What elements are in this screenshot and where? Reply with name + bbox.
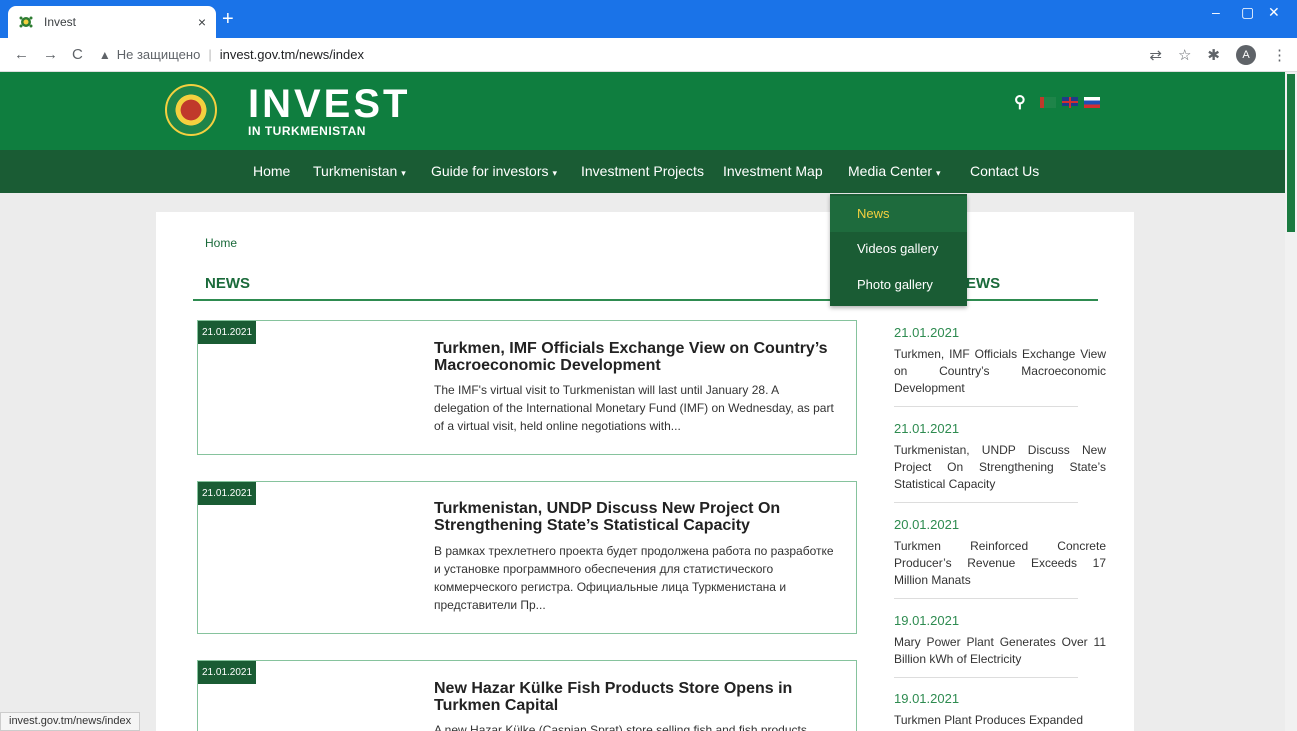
news-title[interactable]: New Hazar Külke Fish Products Store Open… bbox=[434, 680, 844, 714]
caret-down-icon: ▾ bbox=[552, 168, 558, 178]
browser-tab-bar: Invest × + – ▢ ✕ bbox=[0, 0, 1297, 38]
news-title[interactable]: Turkmen, IMF Officials Exchange View on … bbox=[434, 340, 844, 374]
new-tab-button[interactable]: + bbox=[222, 9, 234, 29]
caret-down-icon: ▾ bbox=[936, 168, 941, 178]
tab-close-icon[interactable]: × bbox=[198, 14, 206, 30]
latest-news-item[interactable]: 19.01.2021 Mary Power Plant Generates Ov… bbox=[894, 613, 1106, 668]
browser-menu-icon[interactable]: ⋮ bbox=[1272, 46, 1287, 64]
latest-news-text[interactable]: Turkmenistan, UNDP Discuss New Project O… bbox=[894, 442, 1106, 493]
nav-turkmenistan[interactable]: Turkmenistan ▾ bbox=[313, 150, 406, 193]
main-navigation: Home Turkmenistan ▾ Guide for investors ▾ … bbox=[0, 150, 1285, 193]
latest-news-date: 20.01.2021 bbox=[894, 517, 960, 532]
nav-guide-for-investors[interactable]: Guide for investors ▾ bbox=[431, 150, 557, 193]
address-bar: ← → C ▲ Не защищено | invest.gov.tm/news… bbox=[0, 38, 1297, 72]
sidebar-divider bbox=[894, 677, 1078, 678]
profile-avatar[interactable]: A bbox=[1236, 45, 1256, 65]
url-separator: | bbox=[208, 47, 212, 62]
header-tools: ⚲ bbox=[1014, 92, 1100, 112]
latest-news-date: 21.01.2021 bbox=[894, 421, 960, 436]
latest-news-item[interactable]: 20.01.2021 Turkmen Reinforced Concrete P… bbox=[894, 517, 1106, 589]
nav-media-center[interactable]: Media Center ▾ bbox=[848, 150, 941, 193]
news-card[interactable]: 21.01.2021 Turkmen, IMF Officials Exchan… bbox=[197, 320, 857, 455]
news-card[interactable]: 21.01.2021 Turkmenistan, UNDP Discuss Ne… bbox=[197, 481, 857, 634]
close-window-button[interactable]: ✕ bbox=[1268, 4, 1280, 21]
breadcrumb-home[interactable]: Home bbox=[205, 236, 237, 250]
omnibox[interactable]: ▲ Не защищено | invest.gov.tm/news/index bbox=[99, 47, 364, 62]
news-description: В рамках трехлетнего проекта будет продо… bbox=[434, 544, 834, 612]
latest-news-date: 19.01.2021 bbox=[894, 691, 960, 706]
news-card[interactable]: 21.01.2021 New Hazar Külke Fish Products… bbox=[197, 660, 857, 731]
news-title[interactable]: Turkmenistan, UNDP Discuss New Project O… bbox=[434, 500, 844, 534]
link-status-bar: invest.gov.tm/news/index bbox=[0, 712, 141, 731]
reload-button[interactable]: C bbox=[72, 46, 83, 63]
latest-news-date: 21.01.2021 bbox=[894, 325, 960, 340]
maximize-button[interactable]: ▢ bbox=[1241, 4, 1254, 21]
latest-news-title: EWS bbox=[966, 275, 1001, 292]
caret-down-icon: ▾ bbox=[401, 168, 406, 178]
nav-turkmenistan-label: Turkmenistan bbox=[313, 163, 398, 179]
nav-investment-map[interactable]: Investment Map bbox=[723, 150, 823, 193]
translate-icon[interactable]: ⇄ bbox=[1149, 46, 1162, 64]
scrollbar-thumb[interactable] bbox=[1287, 74, 1295, 232]
latest-news-date: 19.01.2021 bbox=[894, 613, 960, 628]
browser-tab[interactable]: Invest × bbox=[8, 6, 216, 38]
latest-news-item[interactable]: 19.01.2021 Turkmen Plant Produces Expand… bbox=[894, 691, 1106, 729]
tab-title: Invest bbox=[44, 15, 77, 29]
turtle-favicon-icon bbox=[18, 14, 34, 30]
dropdown-item-news[interactable]: News bbox=[830, 196, 967, 232]
nav-guide-label: Guide for investors bbox=[431, 163, 549, 179]
flag-english-icon[interactable] bbox=[1062, 96, 1078, 108]
browser-toolbar-right: ⇄ ☆ ✱ A ⋮ bbox=[1149, 38, 1287, 72]
latest-news-text[interactable]: Turkmen Plant Produces Expanded bbox=[894, 712, 1106, 729]
search-icon[interactable]: ⚲ bbox=[1014, 92, 1034, 112]
latest-news-text[interactable]: Mary Power Plant Generates Over 11 Billi… bbox=[894, 634, 1106, 668]
turkmenistan-emblem-logo[interactable] bbox=[165, 84, 217, 136]
nav-contact-us[interactable]: Contact Us bbox=[970, 150, 1039, 193]
sidebar-divider bbox=[894, 598, 1078, 599]
nav-media-label: Media Center bbox=[848, 163, 933, 179]
sidebar-divider bbox=[894, 502, 1078, 503]
url-text[interactable]: invest.gov.tm/news/index bbox=[220, 47, 364, 62]
latest-news-item[interactable]: 21.01.2021 Turkmen, IMF Officials Exchan… bbox=[894, 325, 1106, 397]
news-description: The IMF's virtual visit to Turkmenistan … bbox=[434, 383, 834, 433]
news-date-badge: 21.01.2021 bbox=[198, 661, 257, 684]
latest-news-text[interactable]: Turkmen Reinforced Concrete Producer’s R… bbox=[894, 538, 1106, 589]
nav-contact-label: Contact Us bbox=[970, 163, 1040, 179]
logo-main-text: INVEST bbox=[248, 82, 411, 126]
sidebar-divider bbox=[894, 406, 1078, 407]
logo-sub-text: IN TURKMENISTAN bbox=[248, 124, 366, 138]
latest-news-item[interactable]: 21.01.2021 Turkmenistan, UNDP Discuss Ne… bbox=[894, 421, 1106, 493]
nav-map-label: Investment Map bbox=[723, 163, 823, 179]
minimize-button[interactable]: – bbox=[1212, 4, 1220, 20]
latest-news-text[interactable]: Turkmen, IMF Officials Exchange View on … bbox=[894, 346, 1106, 397]
nav-home-label: Home bbox=[253, 163, 291, 179]
forward-button[interactable]: → bbox=[43, 46, 58, 63]
dropdown-item-photo-gallery[interactable]: Photo gallery bbox=[830, 267, 967, 303]
news-date-badge: 21.01.2021 bbox=[198, 482, 257, 505]
bookmark-star-icon[interactable]: ☆ bbox=[1178, 46, 1191, 64]
site-header: INVEST IN TURKMENISTAN ⚲ bbox=[0, 72, 1285, 150]
nav-investment-projects[interactable]: Investment Projects bbox=[581, 150, 704, 193]
flag-russian-icon[interactable] bbox=[1084, 96, 1100, 108]
news-date-badge: 21.01.2021 bbox=[198, 321, 257, 344]
security-label: Не защищено bbox=[116, 47, 201, 62]
extensions-icon[interactable]: ✱ bbox=[1207, 46, 1220, 64]
media-center-dropdown: News Videos gallery Photo gallery bbox=[830, 194, 967, 306]
dropdown-item-videos-gallery[interactable]: Videos gallery bbox=[830, 231, 967, 267]
nav-home[interactable]: Home bbox=[253, 150, 290, 193]
not-secure-warning-icon: ▲ bbox=[98, 47, 111, 62]
news-description: A new Hazar Külke (Caspian Sprat) store … bbox=[434, 723, 807, 731]
back-button[interactable]: ← bbox=[14, 46, 29, 63]
site-logo-text[interactable]: INVEST IN TURKMENISTAN bbox=[248, 84, 410, 138]
flag-turkmen-icon[interactable] bbox=[1040, 96, 1056, 108]
nav-projects-label: Investment Projects bbox=[581, 163, 704, 179]
page-title: NEWS bbox=[205, 275, 250, 292]
